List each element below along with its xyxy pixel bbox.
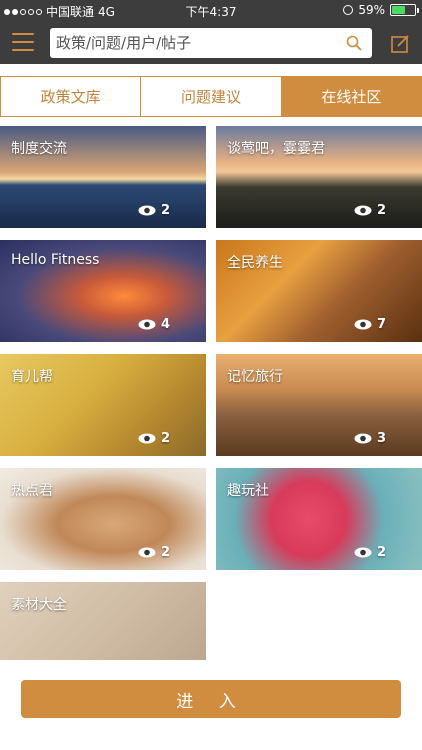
- eye-icon: [138, 433, 156, 444]
- menu-icon[interactable]: [12, 33, 34, 53]
- view-count-value: 4: [160, 317, 170, 332]
- community-card[interactable]: 趣玩社 2: [216, 468, 422, 570]
- view-count-value: 2: [376, 545, 386, 560]
- community-card[interactable]: 谈莺吧，霎霎君 2: [216, 126, 422, 228]
- view-count: 2: [354, 203, 386, 218]
- community-card[interactable]: Hello Fitness 4: [0, 240, 206, 342]
- app-header: [0, 22, 422, 64]
- eye-icon: [138, 319, 156, 330]
- eye-icon: [354, 433, 372, 444]
- eye-icon: [354, 547, 372, 558]
- community-title: 素材大全: [11, 597, 67, 613]
- footer: 进 入: [0, 660, 422, 750]
- community-title: 热点君: [11, 483, 53, 499]
- battery-level: [392, 6, 405, 14]
- status-bar: 中国联通 4G 下午4:37 59%: [0, 0, 422, 22]
- view-count: 2: [138, 545, 170, 560]
- eye-icon: [354, 319, 372, 330]
- community-title: 育儿帮: [11, 369, 53, 385]
- search-icon[interactable]: [346, 35, 362, 51]
- enter-button[interactable]: 进 入: [21, 680, 401, 718]
- community-title: 趣玩社: [227, 483, 269, 499]
- view-count-value: 2: [376, 203, 386, 218]
- search-input[interactable]: [50, 28, 330, 58]
- status-right: 59%: [343, 3, 419, 17]
- community-card[interactable]: 全民养生 7: [216, 240, 422, 342]
- community-title: Hello Fitness: [11, 252, 100, 268]
- view-count-value: 2: [160, 431, 170, 446]
- tab-policy-library[interactable]: 政策文库: [1, 77, 142, 116]
- tab-online-community[interactable]: 在线社区: [281, 77, 421, 116]
- community-title: 制度交流: [11, 141, 67, 157]
- community-card[interactable]: 制度交流 2: [0, 126, 206, 228]
- community-title: 全民养生: [227, 255, 283, 271]
- eye-icon: [354, 205, 372, 216]
- view-count: 2: [138, 431, 170, 446]
- battery-icon: [390, 4, 419, 16]
- view-count-value: 2: [160, 203, 170, 218]
- community-card[interactable]: 记忆旅行 3: [216, 354, 422, 456]
- eye-icon: [138, 205, 156, 216]
- search-bar[interactable]: [50, 28, 372, 58]
- community-title: 记忆旅行: [227, 369, 283, 385]
- community-card[interactable]: 热点君 2: [0, 468, 206, 570]
- view-count: 7: [354, 317, 386, 332]
- category-tabs: 政策文库 问题建议 在线社区: [0, 76, 422, 117]
- orientation-lock-icon: [343, 5, 354, 15]
- community-title: 谈莺吧，霎霎君: [227, 141, 325, 157]
- view-count: 4: [138, 317, 170, 332]
- compose-icon[interactable]: [390, 34, 410, 54]
- tab-suggestions[interactable]: 问题建议: [141, 77, 282, 116]
- view-count-value: 2: [160, 545, 170, 560]
- battery-percent: 59%: [358, 3, 385, 17]
- view-count: 2: [138, 203, 170, 218]
- eye-icon: [138, 547, 156, 558]
- view-count-value: 3: [376, 431, 386, 446]
- view-count: 3: [354, 431, 386, 446]
- view-count-value: 7: [376, 317, 386, 332]
- community-card[interactable]: 育儿帮 2: [0, 354, 206, 456]
- view-count: 2: [354, 545, 386, 560]
